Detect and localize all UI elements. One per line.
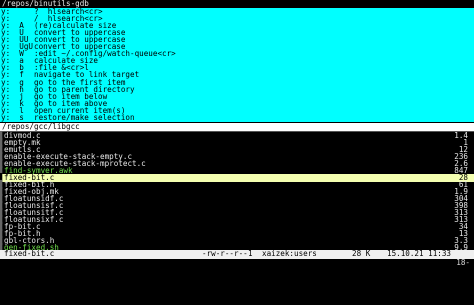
- command-menu[interactable]: y:? hlsearch<cr> y: / hlsearch<cr> y: A (re)…: [0, 8, 474, 122]
- status-owner: xaizek:users: [262, 249, 317, 258]
- status-size: 28 K: [352, 249, 371, 258]
- status-count: 1: [248, 249, 253, 258]
- command-line[interactable]: 18-: [0, 259, 474, 266]
- menu-item-key: y: s: [1, 112, 24, 122]
- status-filename: fixed-bit.c: [4, 249, 55, 258]
- status-datetime: 15.10.21 11:33: [387, 249, 452, 258]
- status-bar: fixed-bit.c -rw-r--r-- 1 xaizek:users 28…: [0, 250, 474, 259]
- status-permissions: -rw-r--r--: [202, 249, 248, 258]
- menu-item-command: restore/make selection: [34, 112, 135, 122]
- bottom-pane-path: /repos/gcc/libgcc: [0, 123, 474, 131]
